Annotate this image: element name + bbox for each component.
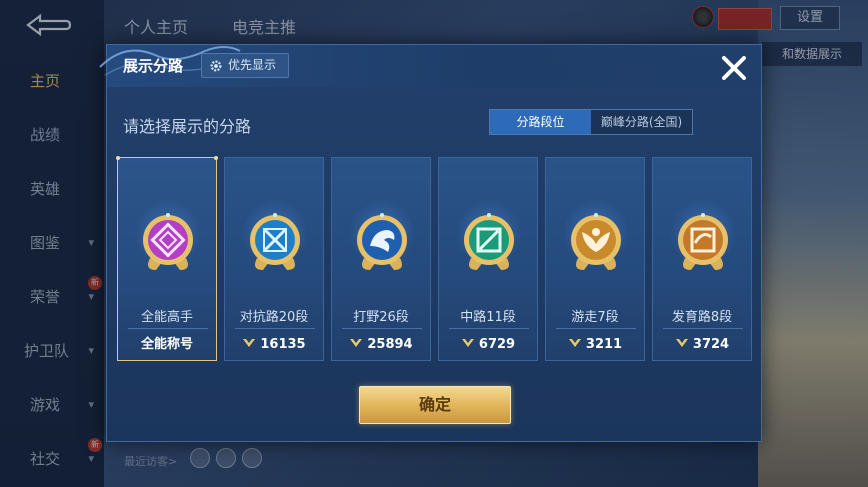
all-round-title-label: 全能称号	[140, 337, 193, 352]
tab-lane-rank[interactable]: 分路段位	[490, 110, 591, 134]
rank-points-icon	[568, 339, 581, 347]
tab-peak-lane-national[interactable]: 巅峰分路(全国)	[591, 110, 692, 134]
lane-name: 打野26段	[353, 310, 409, 325]
clash-lane-icon	[250, 213, 300, 270]
lane-card-all-round[interactable]: 全能高手 全能称号	[116, 156, 218, 361]
lane-name: 发育路8段	[671, 310, 733, 325]
lane-score: 25894	[367, 337, 413, 352]
confirm-button[interactable]: 确定	[359, 386, 511, 424]
priority-display-button[interactable]: 优先显示	[201, 53, 289, 78]
lane-footer: 3211	[546, 330, 644, 360]
selected-corner-marker	[214, 156, 218, 160]
lane-card-jungle[interactable]: 打野26段 25894	[331, 157, 431, 361]
roam-icon	[571, 213, 621, 270]
lane-footer: 16135	[225, 330, 323, 360]
rank-points-icon	[350, 339, 363, 347]
lane-card-mid[interactable]: 中路11段 6729	[438, 157, 538, 361]
lane-card-roam[interactable]: 游走7段 3211	[545, 157, 645, 361]
gear-icon	[210, 60, 222, 72]
close-icon[interactable]	[719, 53, 749, 83]
card-divider	[342, 328, 422, 329]
priority-display-label: 优先显示	[228, 58, 277, 72]
lane-footer: 25894	[332, 330, 430, 360]
card-divider	[449, 328, 529, 329]
lane-type-segmented-control: 分路段位 巅峰分路(全国)	[489, 109, 693, 135]
lane-score: 3724	[692, 337, 730, 352]
lane-name: 对抗路20段	[239, 310, 309, 325]
mid-lane-icon	[464, 213, 514, 270]
jungle-icon	[357, 213, 407, 270]
card-divider	[235, 328, 315, 329]
card-divider	[663, 328, 743, 329]
lane-score: 3211	[585, 337, 623, 352]
selected-corner-marker	[116, 156, 120, 160]
lane-score: 6729	[478, 337, 516, 352]
lane-footer: 全能称号	[118, 330, 216, 360]
lane-footer: 3724	[653, 330, 751, 360]
rank-points-icon	[461, 339, 474, 347]
card-divider	[556, 328, 636, 329]
dialog-title: 展示分路	[123, 57, 184, 75]
lane-name: 中路11段	[460, 310, 516, 325]
lane-score: 16135	[260, 337, 306, 352]
dialog-subtitle: 请选择展示的分路	[123, 117, 252, 136]
all-round-icon	[143, 213, 193, 270]
lane-name: 全能高手	[140, 310, 193, 325]
farm-lane-icon	[678, 213, 728, 270]
lane-name: 游走7段	[571, 310, 619, 325]
card-divider	[128, 328, 208, 329]
lane-card-farm[interactable]: 发育路8段 3724	[652, 157, 752, 361]
rank-points-icon	[675, 339, 688, 347]
lane-footer: 6729	[439, 330, 537, 360]
lane-card-clash[interactable]: 对抗路20段 16135	[224, 157, 324, 361]
rank-points-icon	[243, 339, 256, 347]
display-lane-dialog: 展示分路 优先显示 请选择展示的分路 分路段位 巅峰分路(全国) 全能高手 全能…	[99, 44, 763, 442]
